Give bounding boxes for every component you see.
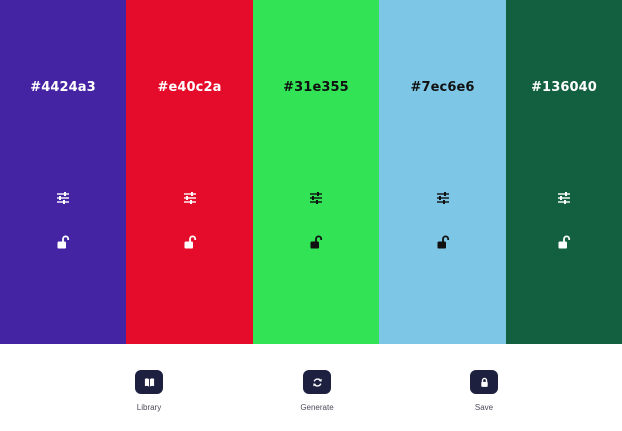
unlock-icon[interactable] <box>56 235 70 249</box>
unlock-icon[interactable] <box>309 235 323 249</box>
refresh-icon <box>312 377 322 387</box>
adjust-sliders-icon[interactable] <box>436 191 450 205</box>
bottom-toolbar: Library Generate Save <box>0 344 622 431</box>
color-swatch: #31e355 <box>253 0 379 344</box>
adjust-sliders-icon[interactable] <box>56 191 70 205</box>
adjust-sliders-icon[interactable] <box>183 191 197 205</box>
color-swatch: #7ec6e6 <box>379 0 506 344</box>
generate-button[interactable]: Generate <box>287 370 347 412</box>
save-label: Save <box>474 403 494 412</box>
hex-code-label[interactable]: #31e355 <box>253 80 379 95</box>
color-swatch: #136040 <box>506 0 622 344</box>
unlock-icon[interactable] <box>436 235 450 249</box>
color-swatch: #e40c2a <box>126 0 253 344</box>
hex-code-label[interactable]: #e40c2a <box>126 80 253 95</box>
generate-label: Generate <box>300 403 334 412</box>
hex-code-label[interactable]: #136040 <box>506 80 622 95</box>
generate-button-background[interactable] <box>303 370 331 394</box>
unlock-icon[interactable] <box>183 235 197 249</box>
hex-code-label[interactable]: #4424a3 <box>0 80 126 95</box>
color-swatch: #4424a3 <box>0 0 126 344</box>
library-button[interactable]: Library <box>119 370 179 412</box>
library-label: Library <box>136 403 162 412</box>
library-button-background[interactable] <box>135 370 163 394</box>
save-button-background[interactable] <box>470 370 498 394</box>
save-button[interactable]: Save <box>454 370 514 412</box>
unlock-icon[interactable] <box>557 235 571 249</box>
book-icon <box>144 377 154 387</box>
hex-code-label[interactable]: #7ec6e6 <box>379 80 506 95</box>
color-palette: #4424a3 #e40c2a #31e355 #7ec6e6 #136040 <box>0 0 622 344</box>
lock-icon <box>480 377 488 387</box>
adjust-sliders-icon[interactable] <box>557 191 571 205</box>
adjust-sliders-icon[interactable] <box>309 191 323 205</box>
